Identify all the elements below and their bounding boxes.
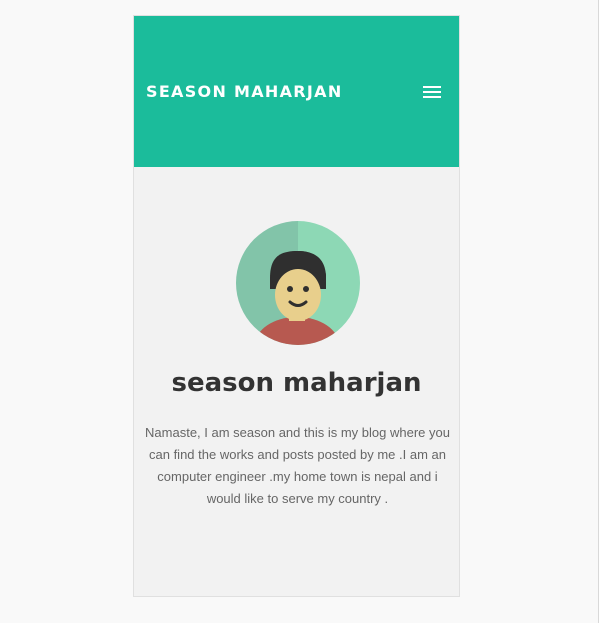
site-title[interactable]: SEASON MAHARJAN [146,82,343,102]
profile-card: SEASON MAHARJAN season maharjan Namaste, [133,15,460,597]
avatar-icon [236,221,360,345]
site-header: SEASON MAHARJAN [134,16,459,167]
hamburger-menu-button[interactable] [415,82,441,102]
profile-bio: Namaste, I am season and this is my blog… [145,425,450,506]
profile-name: season maharjan [171,368,422,398]
hamburger-menu-icon [423,86,441,88]
